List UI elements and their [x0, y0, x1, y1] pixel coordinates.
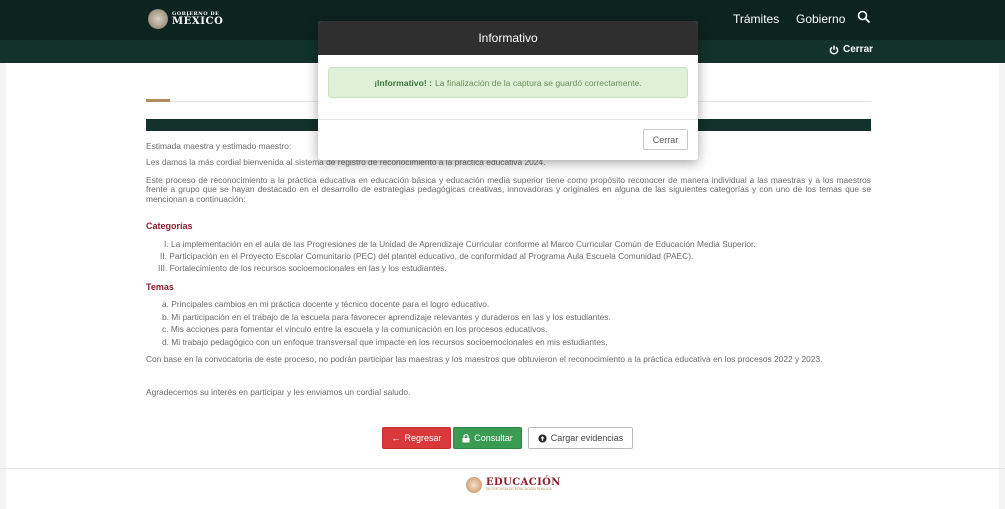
modal-body: ¡Informativo! : La finalización de la ca…	[318, 55, 698, 120]
modal-title: Informativo	[478, 31, 538, 45]
informativo-modal: Informativo ¡Informativo! : La finalizac…	[318, 21, 698, 160]
success-alert: ¡Informativo! : La finalización de la ca…	[328, 67, 688, 98]
modal-footer: Cerrar	[318, 120, 698, 160]
modal-header: Informativo	[318, 21, 698, 55]
alert-message: La finalización de la captura se guardó …	[434, 77, 642, 88]
alert-label: ¡Informativo! :	[374, 77, 432, 88]
modal-close-button[interactable]: Cerrar	[643, 129, 688, 150]
